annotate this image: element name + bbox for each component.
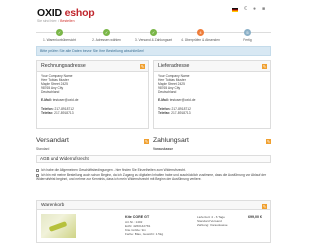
cart-title: Warenkorb	[41, 203, 65, 208]
shipping-title-text: Versandart	[36, 137, 69, 144]
fax-label: Telefax:	[41, 110, 54, 115]
panel-header: Rechnungsadresse ✎	[37, 61, 148, 72]
billing-title: Rechnungsadresse	[41, 63, 86, 69]
edit-pencil-icon[interactable]: ✎	[262, 204, 267, 209]
cart-header: Warenkorb ✎	[37, 201, 270, 210]
step-label: 2. Adressen wählen	[92, 38, 121, 42]
cart-panel: Warenkorb ✎ Kite CORE GT Art.Nr.: 1402 E…	[36, 200, 271, 243]
download-checkbox-row[interactable]: Ich bin mit meine Bestellung auch schon …	[36, 173, 271, 181]
step-label: 1. Warenkorbübersicht	[42, 38, 77, 42]
fax-label: Telefax:	[158, 110, 171, 115]
language-flag-icon[interactable]	[232, 7, 239, 12]
edit-pencil-icon[interactable]: ✎	[140, 64, 145, 69]
step-number: 4	[197, 29, 204, 36]
payment-title-text: Zahlungsart	[153, 137, 189, 144]
header: OXID eshop Sie sind hier: / Bestellen € …	[0, 0, 300, 30]
header-icons: € ● ■	[232, 7, 265, 12]
breadcrumb-start: Sie sind hier: /	[37, 19, 60, 23]
edit-pencil-icon[interactable]: ✎	[266, 139, 271, 144]
step-label: Fertig	[243, 38, 252, 42]
currency-icon[interactable]: €	[244, 7, 247, 12]
download-checkbox-label: Ich bin mit meine Bestellung auch schon …	[36, 173, 267, 181]
product-name[interactable]: Kite CORE GT	[125, 215, 149, 219]
step-label: 3. Versand & Zahlungsart	[134, 38, 173, 42]
payment-title: Zahlungsart ✎	[153, 137, 271, 146]
info-message: Bitte prüfen Sie alle Daten bevor Sie Ih…	[36, 46, 271, 56]
panel-header: Lieferadresse ✎	[154, 61, 270, 72]
logo-suffix: eshop	[64, 7, 95, 19]
delivery-title: Lieferadresse	[158, 63, 190, 69]
checkout-steps: ✓ 1. Warenkorbübersicht ✓ 2. Adressen wä…	[36, 29, 271, 45]
step-label: 4. Überprüfen & Absenden	[181, 38, 220, 42]
shop-logo[interactable]: OXID eshop	[37, 7, 95, 19]
email-label: E-Mail:	[158, 98, 169, 103]
logo-prefix: OXID	[37, 7, 62, 19]
email-value: testuser@oxid.de	[169, 98, 196, 103]
edit-pencil-icon[interactable]: ✎	[262, 64, 267, 69]
shipping-title: Versandart ✎	[36, 137, 149, 146]
product-price: 699,00 €	[248, 215, 262, 219]
user-icon[interactable]: ●	[253, 7, 256, 12]
step-5: 5 Fertig	[223, 29, 273, 42]
agb-checkbox[interactable]	[36, 168, 39, 172]
fax-row: Telefax: 217-8918713	[158, 111, 266, 115]
email-label: E-Mail:	[41, 98, 52, 103]
shipping-value: Standard	[36, 147, 50, 151]
fax-value: 217-8918713	[54, 110, 74, 115]
step-4: 4 4. Überprüfen & Absenden	[176, 29, 226, 42]
delivery-address-panel: Lieferadresse ✎ Your Company Name Herr T…	[153, 60, 271, 129]
step-number: 5	[244, 29, 251, 36]
step-check-icon: ✓	[56, 29, 63, 36]
edit-pencil-icon[interactable]: ✎	[144, 139, 149, 144]
agb-heading: AGB und Widerrufsrecht	[36, 155, 271, 163]
billing-body: Your Company Name Herr Tobias Muster Map…	[37, 72, 148, 117]
payment-value: Vorauskasse	[153, 147, 174, 151]
product-detail: Farbe: Blau, Gewicht: 1.5kg	[125, 232, 164, 236]
product-thumbnail[interactable]	[41, 214, 76, 238]
cart-icon[interactable]: ■	[262, 7, 265, 12]
step-check-icon: ✓	[150, 29, 157, 36]
fax-value: 217-8918713	[171, 110, 191, 115]
step-1[interactable]: ✓ 1. Warenkorbübersicht	[35, 29, 85, 42]
step-2[interactable]: ✓ 2. Adressen wählen	[82, 29, 132, 42]
delivery-body: Your Company Name Herr Tobias Muster Map…	[154, 72, 270, 117]
shipping-section: Versandart ✎ Standard	[36, 137, 149, 151]
email-value: testuser@oxid.de	[52, 98, 79, 103]
billing-address-panel: Rechnungsadresse ✎ Your Company Name Her…	[36, 60, 149, 129]
payment-section: Zahlungsart ✎ Vorauskasse	[153, 137, 271, 151]
agb-checkbox-row[interactable]: Ich habe die Allgemeinen Geschäftsbeding…	[36, 168, 271, 172]
step-check-icon: ✓	[103, 29, 110, 36]
delivery-info: Zahlung: Vorauskasse	[197, 223, 228, 227]
step-3[interactable]: ✓ 3. Versand & Zahlungsart	[129, 29, 179, 42]
fax-row: Telefax: 217-8918713	[41, 111, 144, 115]
agb-checkbox-label: Ich habe die Allgemeinen Geschäftsbeding…	[41, 168, 186, 172]
breadcrumb: Sie sind hier: / Bestellen	[37, 19, 75, 23]
breadcrumb-current[interactable]: Bestellen	[60, 19, 74, 23]
